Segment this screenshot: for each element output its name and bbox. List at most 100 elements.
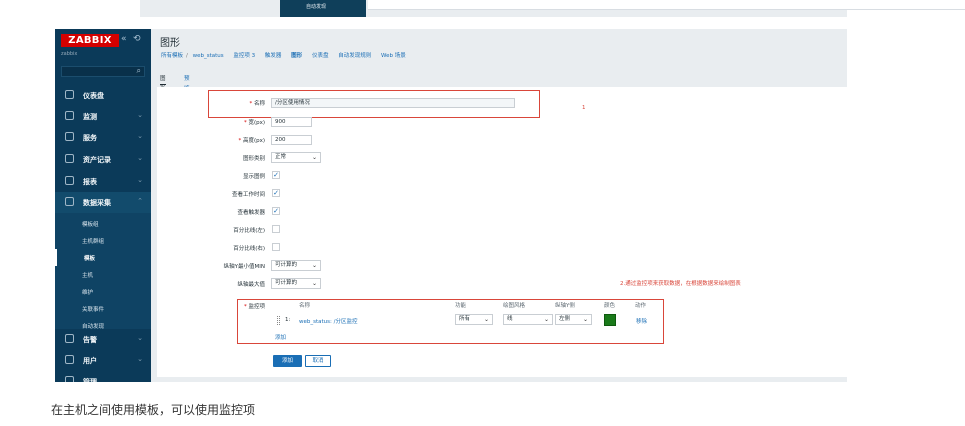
sidebar-item-monitoring[interactable]: 监测 ⌄: [55, 106, 151, 127]
breadcrumb-web-scenarios[interactable]: Web 场景: [381, 53, 406, 59]
breadcrumb-template[interactable]: web_status: [193, 53, 224, 59]
item-remove-link[interactable]: 移除: [636, 317, 647, 325]
zabbix-screenshot: ZABBIX « ⟲ zabbix ⌕ 仪表盘 监测 ⌄ 服务 ⌄ 资产记录 ⌄…: [55, 29, 847, 382]
percentile-left-label: 百分比线(左): [233, 228, 265, 234]
name-input[interactable]: /分区使用情况: [271, 98, 515, 108]
show-triggers-checkbox[interactable]: ✓: [272, 207, 280, 215]
width-input[interactable]: 900: [271, 117, 312, 127]
graph-type-select[interactable]: 正常 ⌄: [271, 152, 321, 163]
add-button[interactable]: 添加: [273, 355, 302, 367]
chevron-down-icon: ⌄: [137, 154, 143, 162]
show-triggers-label: 查看触发器: [237, 210, 265, 216]
items-label: * 监控项: [243, 304, 265, 310]
col-draw-style: 绘图风格: [503, 303, 526, 309]
zabbix-logo[interactable]: ZABBIX: [61, 34, 119, 47]
show-work-period-checkbox[interactable]: ✓: [272, 189, 280, 197]
reports-icon: [65, 176, 74, 185]
services-icon: [65, 132, 74, 141]
monitor-icon: [65, 111, 74, 120]
sidebar-search-input[interactable]: ⌕: [61, 66, 145, 77]
sidebar-item-administration[interactable]: 管理: [55, 371, 151, 382]
submenu-item-hosts[interactable]: 主机: [55, 266, 151, 283]
cancel-button[interactable]: 取消: [305, 355, 331, 367]
previous-screenshot-strip: 自动发现: [140, 0, 965, 17]
height-label: * 高度(px): [238, 138, 265, 144]
submenu-item-host-groups[interactable]: 主机群组: [55, 232, 151, 249]
sidebar-item-alerts[interactable]: 告警 ⌄: [55, 329, 151, 350]
col-name: 名称: [299, 303, 311, 309]
breadcrumb-graphs[interactable]: 图形: [291, 53, 302, 59]
submenu-item-event-correlation[interactable]: 关联事件: [55, 300, 151, 317]
users-icon: [65, 355, 74, 364]
item-index: 1:: [285, 317, 291, 323]
percentile-right-checkbox[interactable]: [272, 243, 280, 251]
chevron-down-icon: ⌄: [137, 176, 143, 184]
sidebar-item-label: 服务: [83, 134, 97, 142]
col-function: 功能: [455, 303, 467, 309]
tab-preview[interactable]: 预览: [184, 74, 190, 92]
sidebar-item-users[interactable]: 用户 ⌄: [55, 350, 151, 371]
sidebar-item-reports[interactable]: 报表 ⌄: [55, 171, 151, 192]
alerts-icon: [65, 334, 74, 343]
sidebar: ZABBIX « ⟲ zabbix ⌕ 仪表盘 监测 ⌄ 服务 ⌄ 资产记录 ⌄…: [55, 29, 151, 382]
item-name-link[interactable]: web_status: /分区监控: [299, 317, 357, 325]
submenu-item-templates[interactable]: 模板: [55, 249, 151, 266]
chevron-down-icon: ⌄: [483, 316, 489, 323]
submenu-item-template-groups[interactable]: 模板组: [55, 215, 151, 232]
show-legend-checkbox[interactable]: ✓: [272, 171, 280, 179]
breadcrumb-items[interactable]: 监控项 3: [233, 53, 255, 59]
kiosk-mode-icon[interactable]: ⟲: [133, 34, 141, 44]
admin-icon: [65, 376, 74, 382]
sidebar-item-services[interactable]: 服务 ⌄: [55, 127, 151, 148]
show-legend-label: 显示图例: [242, 174, 265, 180]
name-label: * 名称: [249, 101, 265, 107]
ymin-select[interactable]: 可计算的 ⌄: [271, 260, 321, 271]
search-icon[interactable]: ⌕: [137, 66, 141, 76]
drag-handle-icon[interactable]: [277, 316, 280, 325]
breadcrumb-all-templates[interactable]: 所有模板: [161, 53, 183, 59]
server-name: zabbix: [61, 51, 78, 57]
ymin-label: 纵轴Y最小值MIN: [223, 264, 265, 270]
breadcrumb-triggers[interactable]: 触发器: [265, 53, 282, 59]
ymax-select[interactable]: 可计算的 ⌄: [271, 278, 321, 289]
sidebar-item-data-collection[interactable]: 数据采集 ⌃: [55, 192, 151, 213]
sidebar-item-dashboard[interactable]: 仪表盘: [55, 85, 151, 106]
annotation-2: 2.通过监控项来获取数据，在根据数据来绘制图表: [620, 281, 741, 287]
sidebar-item-label: 告警: [83, 336, 97, 344]
data-collection-icon: [65, 197, 74, 206]
previous-content: [368, 0, 965, 10]
previous-sidebar: 自动发现: [280, 0, 366, 17]
submenu-item-maintenance[interactable]: 维护: [55, 283, 151, 300]
tab-graph[interactable]: 图形: [160, 74, 166, 92]
item-draw-style-select[interactable]: 线 ⌄: [503, 314, 553, 325]
chevron-down-icon: ⌄: [543, 316, 549, 323]
chevron-down-icon: ⌄: [582, 316, 588, 323]
previous-sidebar-item[interactable]: 自动发现: [306, 3, 326, 10]
col-y-axis-side: 纵轴Y侧: [555, 303, 575, 309]
sidebar-item-inventory[interactable]: 资产记录 ⌄: [55, 149, 151, 170]
item-color-picker[interactable]: [604, 314, 616, 326]
chevron-up-icon: ⌃: [137, 197, 143, 205]
sidebar-item-label: 仪表盘: [83, 92, 104, 100]
inventory-icon: [65, 154, 74, 163]
percentile-left-checkbox[interactable]: [272, 225, 280, 233]
item-y-axis-side-select[interactable]: 左侧 ⌄: [555, 314, 592, 325]
add-item-link[interactable]: 添加: [275, 333, 286, 341]
col-color: 颜色: [604, 303, 616, 309]
breadcrumb: 所有模板 / web_status 监控项 3 触发器 图形 仪表盘 自动发现规则…: [161, 51, 414, 63]
breadcrumb-dashboards[interactable]: 仪表盘: [312, 53, 329, 59]
chevron-down-icon: ⌄: [311, 280, 317, 287]
data-collection-submenu: 模板组 主机群组 模板 主机 维护 关联事件 自动发现: [55, 213, 151, 330]
collapse-sidebar-icon[interactable]: «: [121, 34, 127, 44]
height-input[interactable]: 200: [271, 135, 312, 145]
ymax-label: 纵轴最大值: [237, 282, 265, 288]
item-function-select[interactable]: 所有 ⌄: [455, 314, 493, 325]
annotation-1: 1: [582, 105, 586, 111]
breadcrumb-discovery-rules[interactable]: 自动发现规则: [338, 53, 371, 59]
sidebar-item-label: 资产记录: [83, 156, 111, 164]
sidebar-item-label: 用户: [83, 357, 97, 365]
chevron-down-icon: ⌄: [137, 334, 143, 342]
graph-type-label: 图形类别: [242, 156, 265, 162]
chevron-down-icon: ⌄: [311, 262, 317, 269]
sidebar-item-label: 数据采集: [83, 199, 111, 207]
